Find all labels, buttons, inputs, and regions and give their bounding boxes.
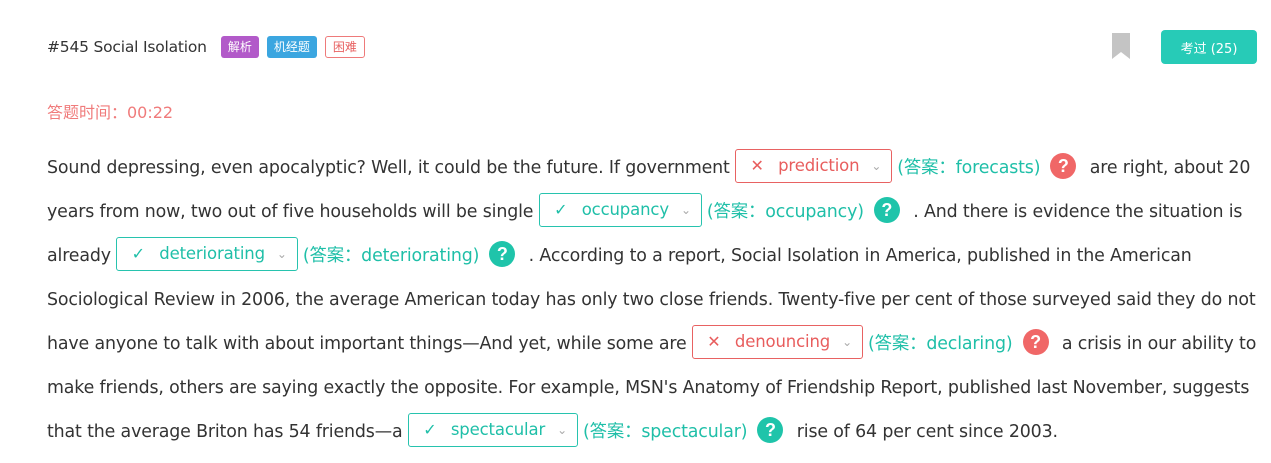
check-mark-icon: ✓ — [554, 200, 568, 219]
blank-3-value: deteriorating — [159, 244, 265, 263]
passage: Sound depressing, even apocalyptic? Well… — [47, 146, 1262, 454]
blank-5-answer: (答案：spectacular) — [582, 422, 748, 442]
question-header: #545 Social Isolation 解析 机经题 困难 — [47, 33, 373, 61]
answer-timer: 答题时间：00:22 — [47, 103, 174, 122]
blank-4-answer: (答案：declaring) — [868, 334, 1013, 354]
wrong-mark-icon: ✕ — [750, 156, 764, 175]
chevron-down-icon: ⌄ — [680, 203, 691, 217]
chevron-down-icon: ⌄ — [871, 159, 882, 173]
blank-2-value: occupancy — [581, 200, 669, 219]
chevron-down-icon: ⌄ — [842, 335, 853, 349]
question-title: #545 Social Isolation — [47, 38, 207, 56]
tag-jijing[interactable]: 机经题 — [266, 36, 317, 58]
question-icon[interactable]: ? — [489, 241, 516, 267]
question-icon[interactable]: ? — [873, 197, 900, 223]
blank-2-answer: (答案：occupancy) — [706, 202, 864, 222]
blank-3-select[interactable]: ✓ deteriorating ⌄ — [116, 237, 298, 271]
check-mark-icon: ✓ — [423, 420, 437, 439]
blank-1-select[interactable]: ✕ prediction ⌄ — [735, 149, 893, 183]
blank-2-select[interactable]: ✓ occupancy ⌄ — [538, 193, 702, 227]
blank-1-answer: (答案：forecasts) — [897, 158, 1041, 178]
passage-text: Sound depressing, even apocalyptic? Well… — [47, 158, 736, 178]
blank-3-answer: (答案：deteriorating) — [302, 246, 480, 266]
chevron-down-icon: ⌄ — [276, 247, 287, 261]
passage-text: rise of 64 per cent since 2003. — [791, 422, 1058, 442]
blank-5-select[interactable]: ✓ spectacular ⌄ — [407, 413, 578, 447]
question-icon[interactable]: ? — [757, 417, 784, 443]
blank-4-value: denouncing — [734, 332, 831, 351]
check-mark-icon: ✓ — [131, 244, 145, 263]
blank-4-select[interactable]: ✕ denouncing ⌄ — [691, 325, 864, 359]
question-icon[interactable]: ? — [1050, 153, 1077, 179]
blank-5-value: spectacular — [450, 420, 546, 439]
wrong-mark-icon: ✕ — [707, 332, 721, 351]
tag-difficulty: 困难 — [324, 36, 365, 58]
tested-count-button[interactable]: 考过 (25) — [1161, 30, 1257, 64]
chevron-down-icon: ⌄ — [557, 423, 567, 437]
question-icon[interactable]: ? — [1022, 329, 1049, 355]
blank-1-value: prediction — [778, 156, 860, 175]
tag-analysis[interactable]: 解析 — [220, 36, 259, 58]
bookmark-icon[interactable] — [1112, 33, 1130, 59]
